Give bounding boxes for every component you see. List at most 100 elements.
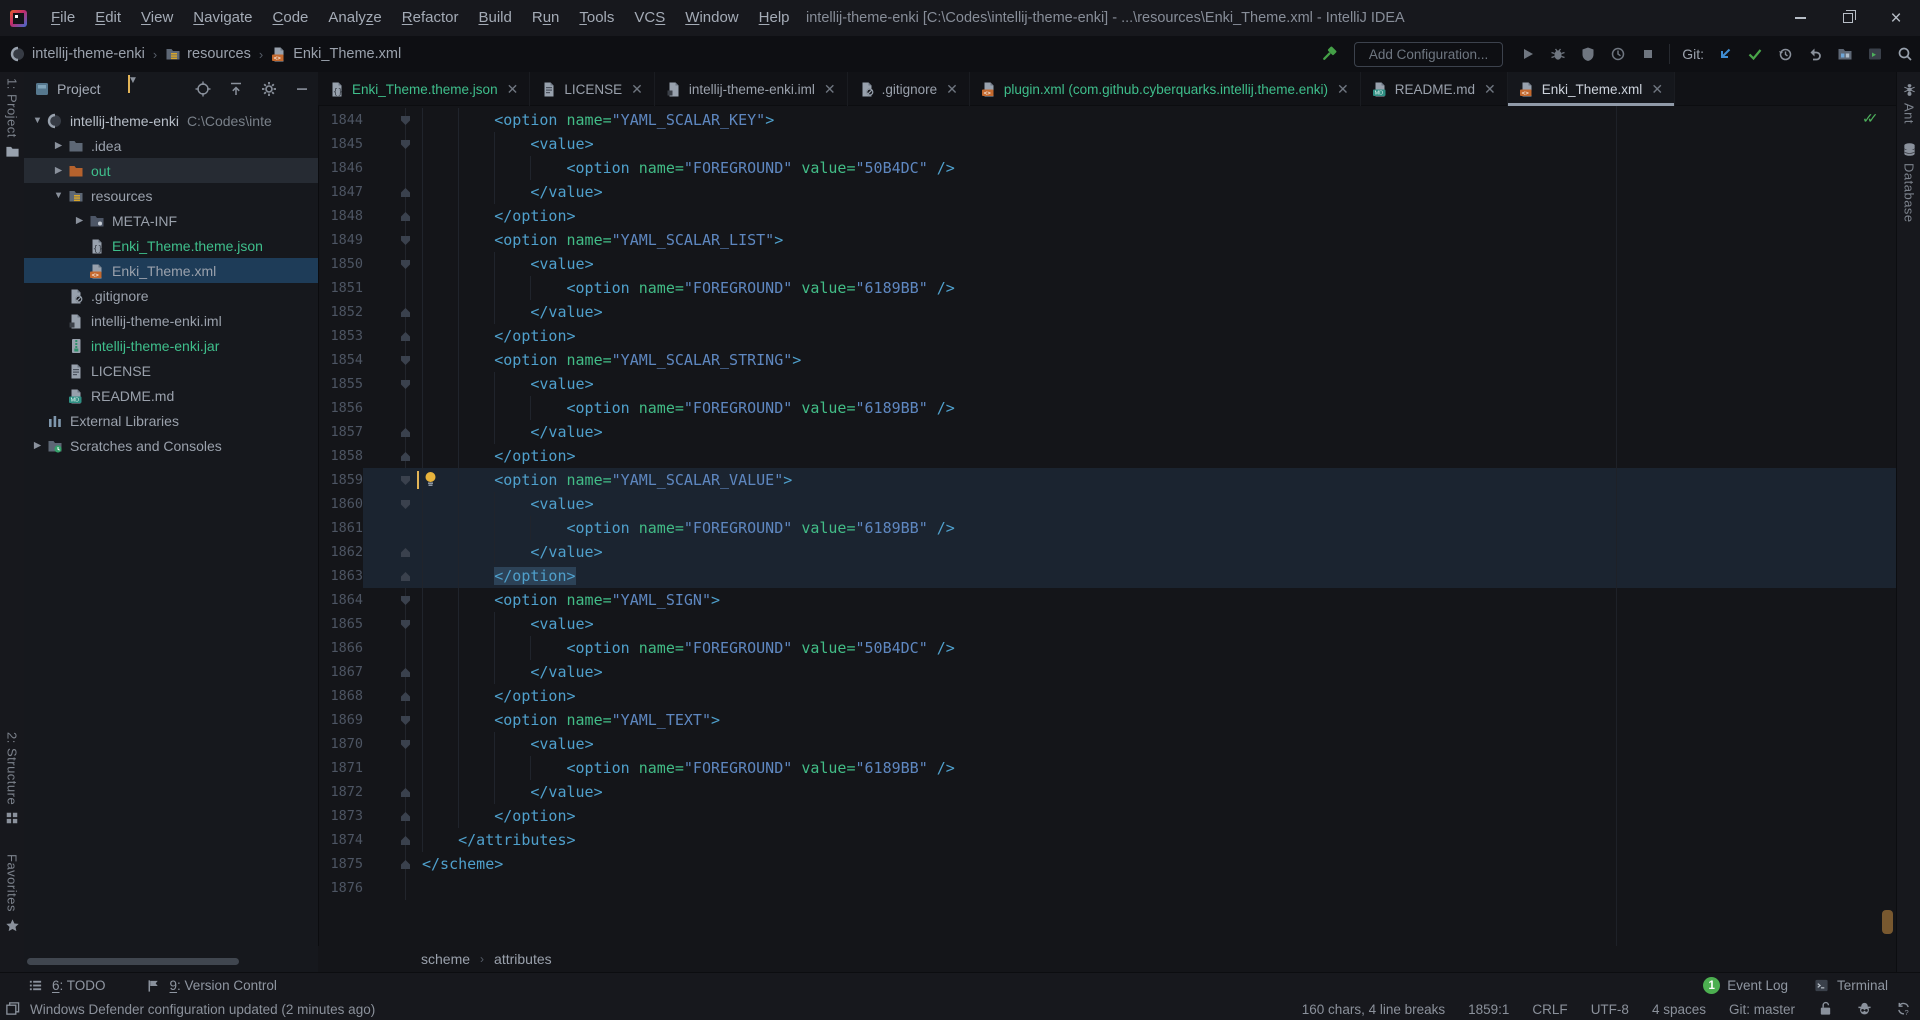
- fold-end-icon[interactable]: [401, 668, 410, 677]
- tree-down-arrow-icon[interactable]: ▼: [53, 190, 64, 201]
- code-line-1869[interactable]: 1869 <option name="YAML_TEXT">: [319, 708, 1896, 732]
- fold-gutter[interactable]: [363, 732, 422, 756]
- commit-icon[interactable]: [1746, 45, 1764, 63]
- code-line-1872[interactable]: 1872 </value>: [319, 780, 1896, 804]
- editor-scrollbar-thumb[interactable]: [1882, 910, 1893, 934]
- tree-item-enki-theme.theme.json[interactable]: {}Enki_Theme.theme.json: [24, 233, 318, 258]
- fold-gutter[interactable]: [363, 804, 422, 828]
- code-line-1845[interactable]: 1845 <value>: [319, 132, 1896, 156]
- detective-icon[interactable]: [1857, 1001, 1873, 1017]
- fold-start-icon[interactable]: [401, 140, 410, 149]
- collapse-all-icon[interactable]: [228, 81, 244, 97]
- fold-start-icon[interactable]: [401, 500, 410, 509]
- tab-intellij-theme-enki.iml[interactable]: intellij-theme-enki.iml✕: [655, 72, 848, 106]
- tree-item-out[interactable]: ▶out: [24, 158, 318, 183]
- menu-refactor[interactable]: Refactor: [392, 0, 469, 36]
- code-line-1849[interactable]: 1849 <option name="YAML_SCALAR_LIST">: [319, 228, 1896, 252]
- diff-icon[interactable]: [1836, 45, 1854, 63]
- fold-gutter[interactable]: [363, 684, 422, 708]
- fold-end-icon[interactable]: [401, 572, 410, 581]
- breadcrumb-item[interactable]: resources: [187, 46, 251, 62]
- status-char-count[interactable]: 160 chars, 4 line breaks: [1302, 1002, 1445, 1017]
- fold-gutter[interactable]: [363, 156, 422, 180]
- code-line-1848[interactable]: 1848 </option>: [319, 204, 1896, 228]
- fold-gutter[interactable]: [363, 348, 422, 372]
- tree-item-intellij-theme-enki.jar[interactable]: intellij-theme-enki.jar: [24, 333, 318, 358]
- fold-start-icon[interactable]: [401, 356, 410, 365]
- fold-gutter[interactable]: [363, 324, 422, 348]
- fold-gutter[interactable]: [363, 108, 422, 132]
- fold-gutter[interactable]: [363, 540, 422, 564]
- tree-item-.idea[interactable]: ▶.idea: [24, 133, 318, 158]
- tree-item-intellij-theme-enki.iml[interactable]: intellij-theme-enki.iml: [24, 308, 318, 333]
- hide-panel-icon[interactable]: [294, 81, 310, 97]
- gear-icon[interactable]: [261, 81, 277, 97]
- history-icon[interactable]: [1776, 45, 1794, 63]
- tree-item-enki-theme.xml[interactable]: <>Enki_Theme.xml: [24, 258, 318, 283]
- fold-start-icon[interactable]: [401, 740, 410, 749]
- menu-analyze[interactable]: Analyze: [318, 0, 391, 36]
- fold-end-icon[interactable]: [401, 308, 410, 317]
- breadcrumb-scheme[interactable]: scheme: [421, 951, 470, 967]
- code-line-1850[interactable]: 1850 <value>: [319, 252, 1896, 276]
- fold-gutter[interactable]: [363, 132, 422, 156]
- code-line-1871[interactable]: 1871 <option name="FOREGROUND" value="61…: [319, 756, 1896, 780]
- coverage-icon[interactable]: [1579, 45, 1597, 63]
- version-control-toolwindow-button[interactable]: 9: Version Control: [146, 978, 277, 994]
- build-hammer-icon[interactable]: [1320, 45, 1338, 63]
- fold-gutter[interactable]: [363, 636, 422, 660]
- fold-gutter[interactable]: [363, 828, 422, 852]
- unlock-icon[interactable]: [1818, 1001, 1834, 1017]
- code-line-1858[interactable]: 1858 </option>: [319, 444, 1896, 468]
- tab-license[interactable]: LICENSE✕: [530, 72, 655, 106]
- close-icon[interactable]: ✕: [1484, 81, 1496, 98]
- stripe-button-database[interactable]: Database: [1897, 142, 1920, 223]
- fold-gutter[interactable]: [363, 588, 422, 612]
- tree-item-.gitignore[interactable]: .gitignore: [24, 283, 318, 308]
- sync-question-icon[interactable]: ?: [1896, 1001, 1912, 1017]
- close-icon[interactable]: ✕: [824, 81, 836, 98]
- code-line-1854[interactable]: 1854 <option name="YAML_SCALAR_STRING">: [319, 348, 1896, 372]
- console-icon[interactable]: [1866, 45, 1884, 63]
- code-line-1873[interactable]: 1873 </option>: [319, 804, 1896, 828]
- run-icon[interactable]: [1519, 45, 1537, 63]
- menu-vcs[interactable]: VCS: [624, 0, 675, 36]
- fold-end-icon[interactable]: [401, 428, 410, 437]
- status-message-area[interactable]: Windows Defender configuration updated (…: [5, 1001, 375, 1017]
- fold-start-icon[interactable]: [401, 596, 410, 605]
- fold-end-icon[interactable]: [401, 692, 410, 701]
- menu-help[interactable]: Help: [749, 0, 800, 36]
- locate-file-icon[interactable]: [195, 81, 211, 97]
- code-line-1856[interactable]: 1856 <option name="FOREGROUND" value="61…: [319, 396, 1896, 420]
- update-project-icon[interactable]: [1716, 45, 1734, 63]
- menu-tools[interactable]: Tools: [569, 0, 624, 36]
- stripe-button-ant[interactable]: Ant: [1897, 82, 1920, 124]
- tab-enki_theme.xml[interactable]: <>Enki_Theme.xml✕: [1508, 72, 1675, 106]
- menu-file[interactable]: File: [41, 0, 85, 36]
- menu-window[interactable]: Window: [675, 0, 748, 36]
- menu-build[interactable]: Build: [468, 0, 521, 36]
- code-line-1865[interactable]: 1865 <value>: [319, 612, 1896, 636]
- tree-item-readme.md[interactable]: MDREADME.md: [24, 383, 318, 408]
- stripe-button-project[interactable]: 1: Project: [0, 78, 24, 159]
- profiler-icon[interactable]: [1609, 45, 1627, 63]
- code-line-1855[interactable]: 1855 <value>: [319, 372, 1896, 396]
- fold-gutter[interactable]: [363, 564, 422, 588]
- event-log-button[interactable]: 1 Event Log: [1703, 977, 1788, 994]
- fold-gutter[interactable]: [363, 276, 422, 300]
- fold-end-icon[interactable]: [401, 788, 410, 797]
- close-icon[interactable]: ✕: [1651, 81, 1663, 98]
- todo-toolwindow-button[interactable]: 6: TODO: [28, 978, 106, 994]
- horizontal-scrollbar[interactable]: [27, 958, 239, 965]
- fold-gutter[interactable]: [363, 372, 422, 396]
- fold-gutter[interactable]: [363, 708, 422, 732]
- menu-code[interactable]: Code: [263, 0, 319, 36]
- add-configuration-dropdown[interactable]: Add Configuration...: [1354, 42, 1503, 67]
- debug-icon[interactable]: [1549, 45, 1567, 63]
- restore-button[interactable]: [1824, 0, 1872, 36]
- tree-item-intellij-theme-enki[interactable]: ▼intellij-theme-enkiC:\Codes\inte: [24, 108, 318, 133]
- fold-end-icon[interactable]: [401, 812, 410, 821]
- fold-gutter[interactable]: [363, 228, 422, 252]
- fold-end-icon[interactable]: [401, 452, 410, 461]
- code-line-1844[interactable]: 1844 <option name="YAML_SCALAR_KEY">: [319, 108, 1896, 132]
